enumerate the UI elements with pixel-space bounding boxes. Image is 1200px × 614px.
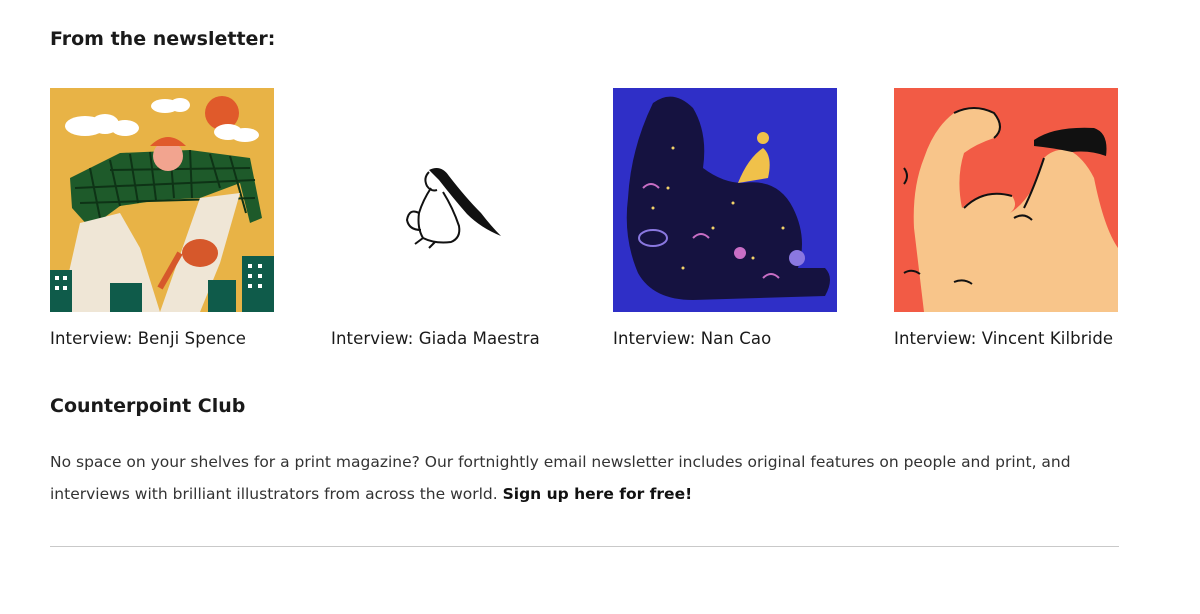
benji-spence-illustration[interactable] (50, 88, 274, 312)
interview-link-nan-cao[interactable]: Interview: Nan Cao (613, 329, 837, 348)
interview-link-giada-maestra[interactable]: Interview: Giada Maestra (331, 329, 555, 348)
club-description: No space on your shelves for a print mag… (50, 446, 1119, 510)
nan-cao-image (613, 88, 837, 312)
benji-spence-image (50, 88, 274, 312)
interview-card-nan-cao[interactable]: Interview: Nan Cao (613, 88, 837, 348)
divider (50, 546, 1119, 547)
vincent-kilbride-image (894, 88, 1118, 312)
giada-maestra-image (331, 88, 555, 312)
nan-cao-illustration[interactable] (613, 88, 837, 312)
giada-maestra-illustration[interactable] (331, 88, 555, 312)
interview-link-vincent-kilbride[interactable]: Interview: Vincent Kilbride (894, 329, 1118, 348)
signup-link[interactable]: Sign up here for free! (503, 485, 693, 503)
vincent-kilbride-illustration[interactable] (894, 88, 1118, 312)
club-heading: Counterpoint Club (50, 395, 246, 417)
interview-card-vincent-kilbride[interactable]: Interview: Vincent Kilbride (894, 88, 1118, 348)
interview-card-benji-spence[interactable]: Interview: Benji Spence (50, 88, 274, 348)
interview-cards: Interview: Benji Spence Interview: Giada… (50, 88, 1119, 358)
section-heading: From the newsletter: (50, 28, 276, 50)
interview-card-giada-maestra[interactable]: Interview: Giada Maestra (331, 88, 555, 348)
interview-link-benji-spence[interactable]: Interview: Benji Spence (50, 329, 274, 348)
